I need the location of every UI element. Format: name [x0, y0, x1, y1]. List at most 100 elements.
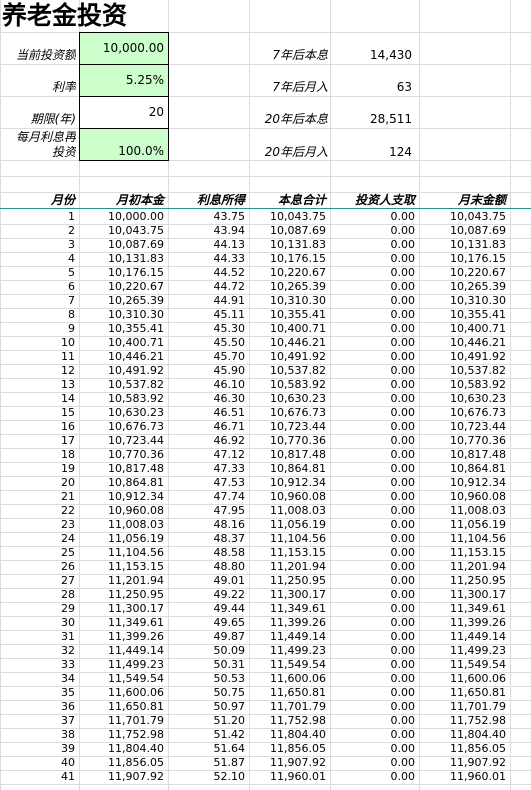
total-cell[interactable]: 10,864.81 [249, 462, 330, 476]
closing-cell[interactable]: 11,104.56 [419, 532, 510, 546]
opening-cell[interactable]: 11,449.14 [79, 644, 168, 658]
interest-cell[interactable]: 44.33 [168, 252, 249, 266]
interest-cell[interactable]: 46.92 [168, 434, 249, 448]
total-cell[interactable]: 11,804.40 [249, 728, 330, 742]
withdrawal-cell[interactable]: 0.00 [330, 616, 419, 630]
opening-cell[interactable]: 11,701.79 [79, 714, 168, 728]
month-cell[interactable]: 25 [0, 546, 79, 560]
month-cell[interactable]: 15 [0, 406, 79, 420]
withdrawal-cell[interactable]: 0.00 [330, 518, 419, 532]
opening-cell[interactable]: 10,265.39 [79, 294, 168, 308]
closing-cell[interactable]: 10,491.92 [419, 350, 510, 364]
month-cell[interactable]: 21 [0, 490, 79, 504]
closing-cell[interactable]: 11,349.61 [419, 602, 510, 616]
month-cell[interactable]: 24 [0, 532, 79, 546]
month-cell[interactable]: 28 [0, 588, 79, 602]
withdrawal-cell[interactable]: 0.00 [330, 252, 419, 266]
closing-cell[interactable]: 10,176.15 [419, 252, 510, 266]
opening-cell[interactable]: 11,349.61 [79, 616, 168, 630]
month-cell[interactable]: 2 [0, 224, 79, 238]
opening-cell[interactable]: 10,912.34 [79, 490, 168, 504]
withdrawal-cell[interactable]: 0.00 [330, 490, 419, 504]
interest-cell[interactable]: 44.72 [168, 280, 249, 294]
opening-cell[interactable]: 10,630.23 [79, 406, 168, 420]
closing-cell[interactable]: 10,265.39 [419, 280, 510, 294]
interest-cell[interactable]: 50.31 [168, 658, 249, 672]
withdrawal-cell[interactable]: 0.00 [330, 392, 419, 406]
month-cell[interactable]: 4 [0, 252, 79, 266]
closing-cell[interactable]: 11,499.23 [419, 644, 510, 658]
closing-cell[interactable]: 10,912.34 [419, 476, 510, 490]
closing-cell[interactable]: 10,864.81 [419, 462, 510, 476]
withdrawal-cell[interactable]: 0.00 [330, 686, 419, 700]
month-cell[interactable]: 3 [0, 238, 79, 252]
total-cell[interactable]: 10,043.75 [249, 210, 330, 224]
opening-cell[interactable]: 11,250.95 [79, 588, 168, 602]
opening-cell[interactable]: 11,153.15 [79, 560, 168, 574]
closing-cell[interactable]: 11,008.03 [419, 504, 510, 518]
interest-cell[interactable]: 46.30 [168, 392, 249, 406]
total-cell[interactable]: 10,960.08 [249, 490, 330, 504]
closing-cell[interactable]: 11,056.19 [419, 518, 510, 532]
closing-cell[interactable]: 11,300.17 [419, 588, 510, 602]
withdrawal-cell[interactable]: 0.00 [330, 280, 419, 294]
withdrawal-cell[interactable]: 0.00 [330, 406, 419, 420]
total-cell[interactable]: 11,250.95 [249, 574, 330, 588]
withdrawal-cell[interactable]: 0.00 [330, 630, 419, 644]
total-cell[interactable]: 11,650.81 [249, 686, 330, 700]
rate-input[interactable]: 5.25% [79, 64, 169, 97]
closing-cell[interactable]: 10,310.30 [419, 294, 510, 308]
interest-cell[interactable]: 45.30 [168, 322, 249, 336]
interest-cell[interactable]: 45.70 [168, 350, 249, 364]
closing-cell[interactable]: 11,449.14 [419, 630, 510, 644]
total-cell[interactable]: 10,400.71 [249, 322, 330, 336]
opening-cell[interactable]: 11,300.17 [79, 602, 168, 616]
opening-cell[interactable]: 10,583.92 [79, 392, 168, 406]
month-cell[interactable]: 17 [0, 434, 79, 448]
withdrawal-cell[interactable]: 0.00 [330, 224, 419, 238]
interest-cell[interactable]: 45.90 [168, 364, 249, 378]
interest-cell[interactable]: 49.01 [168, 574, 249, 588]
month-cell[interactable]: 11 [0, 350, 79, 364]
withdrawal-cell[interactable]: 0.00 [330, 756, 419, 770]
interest-cell[interactable]: 48.16 [168, 518, 249, 532]
month-cell[interactable]: 39 [0, 742, 79, 756]
total-cell[interactable]: 10,583.92 [249, 378, 330, 392]
closing-cell[interactable]: 10,355.41 [419, 308, 510, 322]
interest-cell[interactable]: 49.65 [168, 616, 249, 630]
month-cell[interactable]: 30 [0, 616, 79, 630]
interest-cell[interactable]: 45.11 [168, 308, 249, 322]
opening-cell[interactable]: 10,676.73 [79, 420, 168, 434]
closing-cell[interactable]: 11,650.81 [419, 686, 510, 700]
opening-cell[interactable]: 11,752.98 [79, 728, 168, 742]
month-cell[interactable]: 7 [0, 294, 79, 308]
month-cell[interactable]: 18 [0, 448, 79, 462]
month-cell[interactable]: 23 [0, 518, 79, 532]
month-cell[interactable]: 6 [0, 280, 79, 294]
interest-cell[interactable]: 47.95 [168, 504, 249, 518]
total-cell[interactable]: 10,131.83 [249, 238, 330, 252]
withdrawal-cell[interactable]: 0.00 [330, 378, 419, 392]
opening-cell[interactable]: 11,201.94 [79, 574, 168, 588]
opening-cell[interactable]: 11,907.92 [79, 770, 168, 784]
month-cell[interactable]: 40 [0, 756, 79, 770]
interest-cell[interactable]: 51.42 [168, 728, 249, 742]
opening-cell[interactable]: 11,600.06 [79, 686, 168, 700]
closing-cell[interactable]: 11,804.40 [419, 728, 510, 742]
closing-cell[interactable]: 10,400.71 [419, 322, 510, 336]
interest-cell[interactable]: 50.75 [168, 686, 249, 700]
month-cell[interactable]: 9 [0, 322, 79, 336]
withdrawal-cell[interactable]: 0.00 [330, 546, 419, 560]
interest-cell[interactable]: 44.52 [168, 266, 249, 280]
interest-cell[interactable]: 46.10 [168, 378, 249, 392]
total-cell[interactable]: 11,399.26 [249, 616, 330, 630]
withdrawal-cell[interactable]: 0.00 [330, 476, 419, 490]
interest-cell[interactable]: 45.50 [168, 336, 249, 350]
total-cell[interactable]: 11,008.03 [249, 504, 330, 518]
total-cell[interactable]: 10,723.44 [249, 420, 330, 434]
total-cell[interactable]: 10,537.82 [249, 364, 330, 378]
closing-cell[interactable]: 10,220.67 [419, 266, 510, 280]
withdrawal-cell[interactable]: 0.00 [330, 448, 419, 462]
interest-cell[interactable]: 51.64 [168, 742, 249, 756]
total-cell[interactable]: 10,817.48 [249, 448, 330, 462]
